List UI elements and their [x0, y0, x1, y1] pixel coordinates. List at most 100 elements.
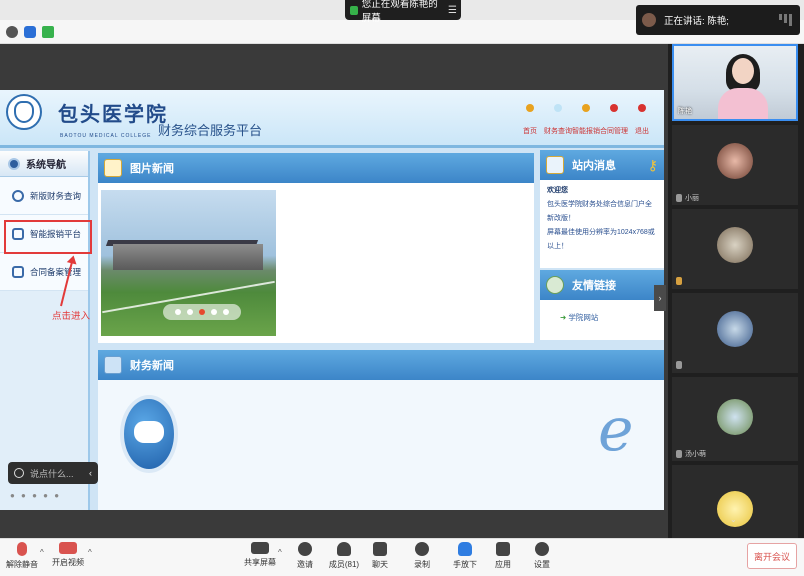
apps-grid-icon [496, 542, 510, 556]
participant-tile[interactable]: 汤小萌 [672, 377, 798, 461]
members-icon [337, 542, 351, 556]
active-speaker-indicator: 正在讲话: 陈艳; [636, 5, 800, 35]
participant-tile[interactable] [672, 209, 798, 289]
system-sidebar: 系统导航 新版财务查询 智能报销平台 合同备案管理 [0, 151, 90, 510]
news-photo[interactable] [101, 190, 276, 336]
links-header: 友情链接 [540, 270, 664, 300]
info-icon[interactable] [6, 26, 18, 38]
leave-meeting-button[interactable]: 离开会议 [747, 543, 797, 569]
college-name-en: BAOTOU MEDICAL COLLEGE [60, 133, 152, 139]
finance-news-body [98, 380, 664, 510]
avatar [717, 311, 753, 347]
search-icon [12, 189, 24, 202]
collapse-panel-button[interactable]: › [654, 285, 666, 311]
nav-label: 退出 [635, 128, 649, 135]
avatar [717, 227, 753, 263]
bulb-icon [610, 104, 618, 112]
screen-share-banner[interactable]: 您正在观看陈艳的屏幕 ☰ [345, 0, 461, 24]
toolbar-label: 共享屏幕 [244, 558, 276, 567]
platform-title: 财务综合服务平台 [158, 123, 263, 138]
sidebar-item-label: 合同备案管理 [30, 266, 82, 277]
screen-share-icon [350, 5, 358, 15]
toolbar-label: 应用 [495, 560, 511, 569]
mic-off-icon [676, 194, 682, 202]
bulb-icon [638, 104, 646, 112]
chat-placeholder: 说点什么... [30, 468, 74, 479]
participant-video[interactable]: 陈艳 [672, 44, 798, 121]
menu-icon[interactable]: ☰ [448, 5, 457, 16]
key-icon: ⚷ [647, 156, 658, 173]
unmute-button[interactable]: 解除静音 [0, 540, 44, 570]
nav-logout[interactable]: 退出 [622, 104, 662, 136]
panel-title: 财务新闻 [130, 360, 174, 372]
message-icon [546, 156, 564, 174]
click-annotation: 点击进入 [52, 311, 91, 322]
settings-button[interactable]: 设置 [520, 540, 564, 570]
panel-title: 站内消息 [572, 160, 616, 172]
link-item[interactable]: 学院网站 [568, 313, 598, 322]
site-header: 包头医学院 BAOTOU MEDICAL COLLEGE 财务综合服务平台 首页… [0, 90, 664, 148]
college-logo-icon [6, 94, 42, 130]
apps-button[interactable]: 应用 [481, 540, 525, 570]
chat-bubble-icon [120, 395, 178, 473]
bulb-icon [582, 104, 590, 112]
toolbar-label: 成员(81) [328, 560, 360, 569]
messages-list: 欢迎您 包头医学院财务处综合信息门户全新改版！ 屏幕最佳使用分辨率为1024x7… [542, 178, 662, 260]
shield-icon[interactable] [24, 26, 36, 38]
college-name: 包头医学院 [58, 102, 168, 126]
mic-off-icon [17, 542, 27, 556]
gear-icon [535, 542, 549, 556]
links-list: ➜ 学院网站 [542, 302, 662, 323]
panel-title: 友情链接 [572, 280, 616, 292]
toolbar-label: 录制 [414, 560, 430, 569]
nav-label: 首页 [523, 128, 537, 135]
messages-header: 站内消息 ⚷ [540, 150, 664, 180]
mic-off-icon [676, 361, 682, 369]
hand-icon [458, 542, 472, 556]
participant-tile[interactable]: ⌄ [672, 465, 798, 538]
sidebar-title: 系统导航 [26, 160, 66, 171]
video-off-icon [59, 542, 77, 554]
shared-website: 包头医学院 BAOTOU MEDICAL COLLEGE 财务综合服务平台 首页… [0, 90, 664, 510]
link-icon [546, 276, 564, 294]
participant-name: 小丽 [685, 195, 699, 202]
sidebar-item-finance-query[interactable]: 新版财务查询 [0, 177, 88, 215]
participant-tile[interactable] [672, 293, 798, 373]
chat-input[interactable]: 说点什么... ‹ [8, 462, 98, 484]
speaker-text: 正在讲话: 陈艳; [664, 16, 729, 27]
avatar [717, 143, 753, 179]
emoji-icon[interactable] [14, 468, 24, 478]
signal-icon[interactable] [42, 26, 54, 38]
message-item[interactable]: 欢迎您 [547, 184, 657, 198]
avatar [717, 399, 753, 435]
avatar [642, 13, 656, 27]
chevron-up-icon[interactable]: ^ [88, 548, 92, 557]
toolbar-label: 邀请 [297, 560, 313, 569]
record-button[interactable]: 录制 [400, 540, 444, 570]
carousel-dots[interactable] [163, 304, 241, 320]
participant-name: 汤小萌 [685, 451, 706, 458]
finance-news-header: 财务新闻 [98, 350, 664, 380]
highlight-box [4, 220, 92, 254]
toolbar-label: 手放下 [453, 560, 477, 569]
message-item[interactable]: 包头医学院财务处综合信息门户全新改版！ [547, 198, 657, 226]
browser-logo-icon: e [598, 395, 634, 465]
share-screen-button[interactable]: 共享屏幕 [238, 540, 282, 568]
chevron-left-icon[interactable]: ‹ [89, 468, 92, 478]
chevron-up-icon[interactable]: ^ [278, 548, 282, 557]
chevron-down-icon[interactable]: ⌄ [730, 515, 737, 524]
sidebar-header: 系统导航 [0, 151, 88, 177]
bulb-icon [554, 104, 562, 112]
message-item[interactable]: 屏幕最佳使用分辨率为1024x768或以上！ [547, 226, 657, 254]
start-video-button[interactable]: 开启视频 [46, 540, 90, 568]
mic-icon [676, 277, 682, 285]
screen-icon [251, 542, 269, 554]
chevron-up-icon[interactable]: ^ [40, 548, 44, 557]
participant-tile[interactable]: 小丽 [672, 125, 798, 205]
invite-button[interactable]: 邀请 [283, 540, 327, 570]
stadium-stand [113, 244, 263, 270]
toolbar-label: 聊天 [372, 560, 388, 569]
chat-button[interactable]: 聊天 [358, 540, 402, 570]
document-icon [12, 265, 24, 278]
bulb-icon [526, 104, 534, 112]
